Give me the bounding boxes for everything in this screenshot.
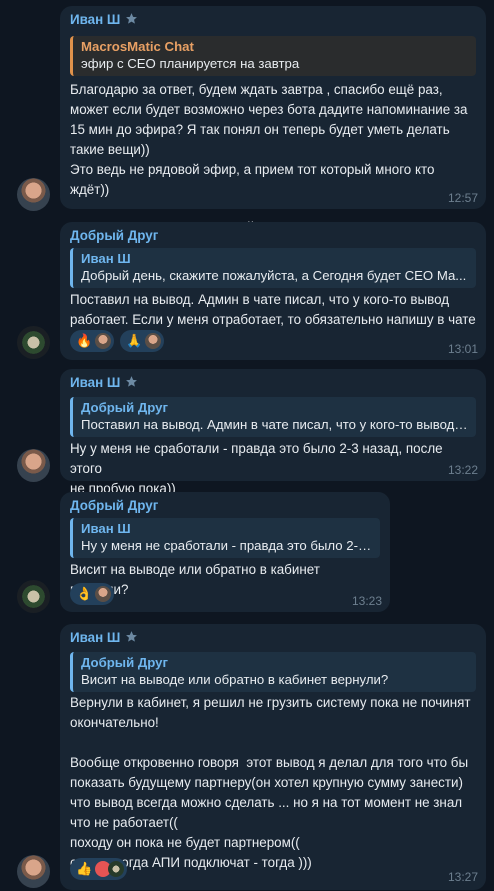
star-icon: [126, 13, 138, 24]
avatar: [145, 333, 162, 349]
reply-author: Иван Ш: [81, 521, 131, 536]
reply-author: Иван Ш: [81, 251, 131, 266]
message-text: Вернули в кабинет, я решил не грузить си…: [70, 695, 471, 870]
thumbs-up-icon: 👍: [76, 861, 93, 877]
avatar: [108, 861, 125, 877]
reply-author: Добрый Друг: [81, 400, 168, 415]
reply-quote[interactable]: Добрый Друг Поставил на вывод. Админ в ч…: [70, 397, 476, 437]
reply-author: MacrosMatic Chat: [81, 39, 194, 54]
message-bubble[interactable]: Иван Ш Добрый Друг Поставил на вывод. Ад…: [60, 369, 486, 496]
reply-quote[interactable]: Иван Ш Добрый день, скажите пожалуйста, …: [70, 248, 476, 288]
sender-name[interactable]: Иван Ш: [70, 630, 138, 645]
message-bubble[interactable]: Иван Ш Добрый Друг Висит на выводе или о…: [60, 624, 486, 890]
message-text: Ну у меня не сработали - правда это было…: [70, 441, 443, 496]
reply-quote[interactable]: MacrosMatic Chat эфир с СЕО планируется …: [70, 36, 476, 76]
message-time: 13:01: [447, 342, 478, 356]
message-time: 13:22: [447, 463, 478, 477]
reply-text: эфир с СЕО планируется на завтра: [81, 56, 300, 71]
ok-hand-icon: 👌: [76, 586, 93, 602]
reply-text: Поставил на вывод. Админ в чате писал, ч…: [81, 417, 468, 432]
reply-author: Добрый Друг: [81, 655, 168, 670]
message-time: 13:23: [351, 594, 382, 608]
avatar[interactable]: [17, 580, 50, 613]
avatar[interactable]: [17, 326, 50, 359]
message-bubble[interactable]: Добрый Друг Иван Ш Ну у меня не сработал…: [60, 492, 390, 612]
avatar[interactable]: [17, 449, 50, 482]
reactions: 👍: [70, 858, 128, 880]
sender-name[interactable]: Добрый Друг: [70, 498, 158, 513]
reaction-ok[interactable]: 👌: [70, 583, 115, 605]
avatar[interactable]: [17, 855, 50, 888]
avatar: [95, 586, 112, 602]
message-bubble[interactable]: Иван Ш MacrosMatic Chat эфир с СЕО плани…: [60, 6, 486, 237]
reaction-fire[interactable]: 🔥: [70, 330, 115, 352]
star-icon: [126, 376, 138, 387]
reply-quote[interactable]: Добрый Друг Висит на выводе или обратно …: [70, 652, 476, 692]
sender-name[interactable]: Иван Ш: [70, 12, 138, 27]
message-text: Висит на выводе или обратно в кабинет ве…: [70, 562, 320, 597]
reply-text: Висит на выводе или обратно в кабинет ве…: [81, 672, 389, 687]
message-text: Поставил на вывод. Админ в чате писал, ч…: [70, 292, 476, 327]
chat-history: Иван Ш MacrosMatic Chat эфир с СЕО плани…: [0, 0, 494, 891]
reaction-pray[interactable]: 🙏: [120, 330, 165, 352]
reply-quote[interactable]: Иван Ш Ну у меня не сработали - правда э…: [70, 518, 380, 558]
message-bubble[interactable]: Добрый Друг Иван Ш Добрый день, скажите …: [60, 222, 486, 360]
reaction-thumbs-up[interactable]: 👍: [70, 858, 128, 880]
fire-icon: 🔥: [76, 333, 93, 349]
star-icon: [126, 631, 138, 642]
sender-name[interactable]: Иван Ш: [70, 375, 138, 390]
avatar: [95, 333, 112, 349]
reactions: 👌: [70, 583, 115, 605]
avatar[interactable]: [17, 178, 50, 211]
message-time: 12:57: [447, 191, 478, 205]
message-text: Благодарю за ответ, будем ждать завтра ,…: [70, 82, 468, 237]
reply-text: Добрый день, скажите пожалуйста, а Сегод…: [81, 268, 467, 283]
message-time: 13:27: [447, 870, 478, 884]
pray-icon: 🙏: [126, 333, 143, 349]
reply-text: Ну у меня не сработали - правда это было…: [81, 538, 372, 553]
sender-name[interactable]: Добрый Друг: [70, 228, 158, 243]
reactions: 🔥 🙏: [70, 330, 165, 352]
